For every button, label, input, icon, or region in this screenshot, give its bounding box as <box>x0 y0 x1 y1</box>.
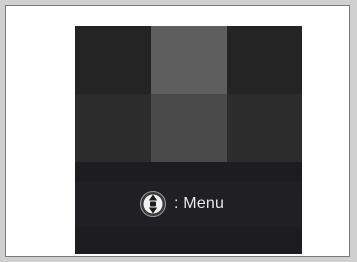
grid-tile-top-right <box>227 26 302 94</box>
grid-tile-top-center <box>151 26 227 94</box>
grid-tile-middle-left <box>75 94 151 162</box>
menu-hint-bar: : Menu <box>75 182 302 227</box>
display-screen: : Menu <box>75 26 302 254</box>
grid-tile-top-left <box>75 26 151 94</box>
up-down-selector-icon <box>139 190 167 218</box>
menu-hint-text: : Menu <box>174 195 225 212</box>
grid-tile-middle-right <box>227 94 302 162</box>
menu-hint: : Menu <box>139 190 224 218</box>
grid-tile-middle-center <box>151 94 227 162</box>
figure-frame: : Menu <box>5 5 350 257</box>
